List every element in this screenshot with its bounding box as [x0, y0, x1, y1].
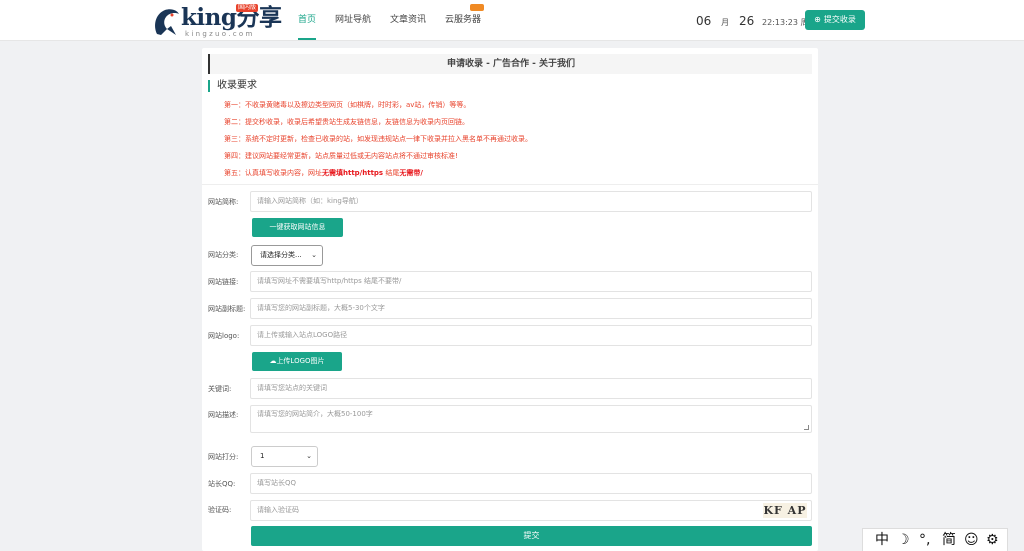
- ime-punctuation-icon[interactable]: °,: [919, 532, 930, 548]
- submit-button[interactable]: 提交: [251, 526, 812, 546]
- nav-cloud-server[interactable]: 云服务器: [445, 14, 481, 26]
- chevron-down-icon: ⌄: [306, 452, 312, 460]
- category-select[interactable]: 请选择分类... ⌄: [251, 245, 323, 266]
- date-display: 06 月 26 22:13:23 周一: [696, 14, 817, 30]
- upload-logo-button[interactable]: ☁上传LOGO图片: [252, 352, 342, 371]
- ime-chinese-mode[interactable]: 中: [875, 532, 889, 548]
- subtitle-label: 网站副标题:: [208, 305, 246, 313]
- logo-label: 网站logo:: [208, 332, 240, 340]
- url-input[interactable]: 请填写网址不需要填写http/https 结尾不要带/: [250, 271, 812, 292]
- card-title: 申请收录 - 广告合作 - 关于我们: [208, 54, 812, 74]
- site-logo[interactable]: king分享 国内版 kingzuo.com: [151, 4, 282, 38]
- url-label: 网站链接:: [208, 278, 239, 286]
- rule-item: 第五：认真填写收录内容，网址无需填http/https 结尾无需带/: [224, 168, 423, 178]
- nav-site-directory[interactable]: 网址导航: [335, 14, 371, 26]
- qq-input[interactable]: 填写站长QQ: [250, 473, 812, 494]
- captcha-image[interactable]: KF AP: [763, 503, 807, 518]
- qq-label: 站长QQ:: [208, 480, 236, 488]
- top-header: king分享 国内版 kingzuo.com 首页 网址导航 文章资讯 云服务器…: [0, 0, 1024, 41]
- resize-handle-icon[interactable]: [804, 425, 809, 430]
- date-day: 26: [738, 14, 755, 28]
- submission-card: 申请收录 - 广告合作 - 关于我们 收录要求 第一：不收录黄赌毒以及擦边类型网…: [202, 48, 818, 551]
- nav-home[interactable]: 首页: [298, 14, 316, 26]
- rule-item: 第二：提交秒收录，收录后希望贵站生成友链信息，友链信息为收录内页回链。: [224, 118, 469, 126]
- rule-bold: 无需填http/https: [322, 169, 384, 177]
- rule-text: 第五：认真填写收录内容，网址: [224, 169, 322, 177]
- site-name-input[interactable]: 请输入网站简称（如：king导航）: [250, 191, 812, 212]
- nav-active-indicator: [298, 38, 316, 40]
- date-month: 06: [696, 14, 712, 28]
- logo-domain: kingzuo.com: [185, 30, 255, 38]
- fetch-site-info-button[interactable]: 一键获取网站信息: [252, 218, 343, 237]
- captcha-label: 验证码:: [208, 506, 232, 514]
- rule-text: 结尾: [383, 169, 400, 177]
- rule-item: 第一：不收录黄赌毒以及擦边类型网页（如棋牌，时时彩，av站，传销）等等。: [224, 101, 471, 109]
- logo-text: king分享: [181, 4, 282, 31]
- upload-logo-label: 上传LOGO图片: [276, 357, 325, 365]
- description-label: 网站描述:: [208, 411, 239, 419]
- chevron-down-icon: ⌄: [311, 251, 317, 259]
- submit-site-button[interactable]: ⊕ 提交收录: [805, 10, 865, 30]
- nav-articles[interactable]: 文章资讯: [390, 14, 426, 26]
- score-select[interactable]: 1 ⌄: [251, 446, 318, 467]
- captcha-placeholder: 请输入验证码: [257, 506, 299, 514]
- category-select-value: 请选择分类...: [260, 251, 302, 259]
- score-label: 网站打分:: [208, 453, 239, 461]
- logo-input[interactable]: 请上传或输入站点LOGO路径: [250, 325, 812, 346]
- logo-badge: 国内版: [236, 4, 259, 12]
- plus-circle-icon: ⊕: [814, 15, 821, 24]
- rule-bold: 无需带/: [399, 169, 423, 177]
- divider: [202, 184, 818, 185]
- subtitle-input[interactable]: 请填写您的网站副标题，大概5-30个文字: [250, 298, 812, 319]
- keywords-input[interactable]: 请填写您站点的关键词: [250, 378, 812, 399]
- captcha-input[interactable]: 请输入验证码 KF AP: [250, 500, 812, 521]
- ime-toolbar: 中 ☽ °, 简 ☺ ⚙: [862, 528, 1008, 551]
- score-select-value: 1: [260, 452, 265, 460]
- submit-site-label: 提交收录: [823, 15, 856, 24]
- ime-simplified-toggle[interactable]: 简: [942, 532, 956, 548]
- ime-emoji-icon[interactable]: ☺: [964, 532, 979, 548]
- category-label: 网站分类:: [208, 251, 239, 259]
- logo-mascot-icon: [155, 9, 179, 36]
- rule-item: 第四：建议网站要经常更新，站点质量过低或无内容站点将不通过审核标准!: [224, 152, 458, 160]
- hot-badge-icon: [470, 4, 484, 11]
- rule-item: 第三：系统不定时更新，检查已收录的站，如发现违规站点一律下收录并拉入黑名单不再通…: [224, 135, 532, 143]
- ime-moon-icon[interactable]: ☽: [897, 532, 910, 548]
- description-placeholder: 请填写您的网站简介，大概50-100字: [257, 410, 373, 418]
- date-month-unit: 月: [721, 18, 730, 27]
- section-title: 收录要求: [208, 80, 257, 92]
- description-textarea[interactable]: 请填写您的网站简介，大概50-100字: [250, 405, 812, 433]
- keywords-label: 关键词:: [208, 385, 232, 393]
- site-name-label: 网站简称:: [208, 198, 239, 206]
- ime-settings-icon[interactable]: ⚙: [986, 532, 999, 548]
